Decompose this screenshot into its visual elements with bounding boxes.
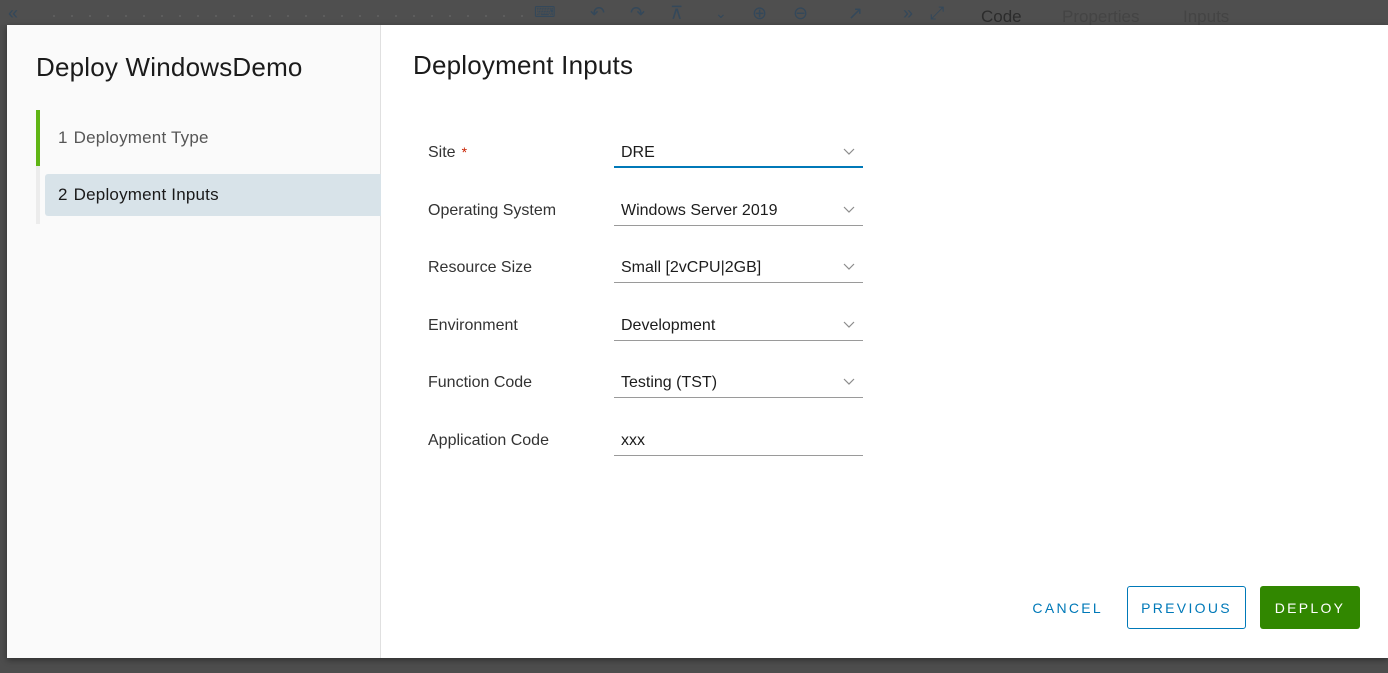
site-select[interactable]: DRE [614, 133, 863, 168]
wizard-sidebar: Deploy WindowsDemo 1 Deployment Type 2 Dep… [7, 25, 381, 658]
background-toolbar: « ⌨ ↶ ↷ ⊼ ⌄ ⊕ ⊖ ↗ » ⤢ Code Properties In… [0, 0, 1388, 26]
redo-icon: ↷ [630, 3, 646, 23]
form-row-environment: Environment Development [428, 306, 868, 364]
section-title: Deployment Inputs [413, 50, 634, 80]
collapse-left-icon: « [8, 3, 19, 23]
collapse-right-icon: » [903, 3, 914, 23]
deploy-button[interactable]: DEPLOY [1260, 586, 1360, 629]
step-text: Deployment Type [73, 128, 209, 147]
fit-icon: ⊼ [670, 3, 684, 23]
chevron-down-icon [843, 263, 855, 271]
field-label: Site * [428, 144, 467, 162]
zoom-out-icon: ⊖ [793, 3, 809, 23]
field-label: Operating System [428, 201, 557, 219]
environment-select[interactable]: Development [614, 306, 863, 341]
step-number: 2 [58, 185, 68, 204]
field-label: Environment [428, 316, 518, 334]
maximize-icon: ⤢ [930, 3, 945, 23]
operating-system-select[interactable]: Windows Server 2019 [614, 191, 863, 226]
step-text: Deployment Inputs [73, 185, 219, 204]
form-row-function-code: Function Code Testing (TST) [428, 363, 868, 421]
step-number: 1 [58, 128, 68, 147]
form-row-operating-system: Operating System Windows Server 2019 [428, 191, 868, 249]
step-deployment-inputs[interactable]: 2 Deployment Inputs [36, 166, 381, 224]
step-label: 2 Deployment Inputs [40, 185, 219, 205]
keyboard-icon: ⌨ [534, 4, 556, 21]
form-row-resource-size: Resource Size Small [2vCPU|2GB] [428, 248, 868, 306]
zoom-in-icon: ⊕ [752, 3, 768, 23]
field-label: Resource Size [428, 259, 533, 277]
chevron-down-icon [843, 321, 855, 328]
expand-down-icon: ⌄ [715, 5, 727, 21]
resource-size-select[interactable]: Small [2vCPU|2GB] [614, 248, 863, 284]
cancel-button[interactable]: CANCEL [1017, 586, 1118, 629]
previous-button[interactable]: PREVIOUS [1127, 586, 1246, 629]
input-value: xxx [621, 431, 645, 449]
field-label: Function Code [428, 374, 533, 392]
modal-footer: CANCEL PREVIOUS DEPLOY [1017, 586, 1360, 629]
form-row-application-code: Application Code xxx [428, 421, 868, 479]
select-value: Small [2vCPU|2GB] [621, 259, 762, 277]
tab-inputs: Inputs [1183, 7, 1230, 26]
required-marker: * [461, 144, 468, 160]
application-code-input[interactable]: xxx [614, 421, 863, 456]
modal-title: Deploy WindowsDemo [36, 52, 303, 82]
wizard-content: Deployment Inputs Site * DRE Operating Sy… [381, 25, 1388, 658]
undo-icon: ↶ [590, 3, 606, 23]
field-label: Application Code [428, 431, 549, 449]
toolbar-divider-dots [45, 15, 525, 17]
deploy-modal: Deploy WindowsDemo 1 Deployment Type 2 Dep… [7, 25, 1388, 658]
label-text: Site [428, 144, 456, 161]
open-external-icon: ↗ [848, 3, 864, 23]
chevron-down-icon [843, 378, 855, 386]
select-value: Windows Server 2019 [621, 201, 778, 219]
tab-code: Code [981, 7, 1022, 26]
step-label: 1 Deployment Type [40, 128, 209, 148]
chevron-down-icon [843, 206, 855, 213]
select-value: Testing (TST) [621, 374, 718, 392]
select-value: Development [621, 316, 716, 334]
form-row-site: Site * DRE [428, 133, 868, 191]
function-code-select[interactable]: Testing (TST) [614, 363, 863, 399]
deployment-inputs-form: Site * DRE Operating System Windows Serve… [428, 133, 868, 479]
chevron-down-icon [843, 148, 855, 155]
wizard-steps: 1 Deployment Type 2 Deployment Inputs [36, 110, 381, 224]
tab-properties: Properties [1062, 7, 1140, 26]
step-deployment-type[interactable]: 1 Deployment Type [36, 110, 381, 166]
select-value: DRE [621, 144, 655, 161]
